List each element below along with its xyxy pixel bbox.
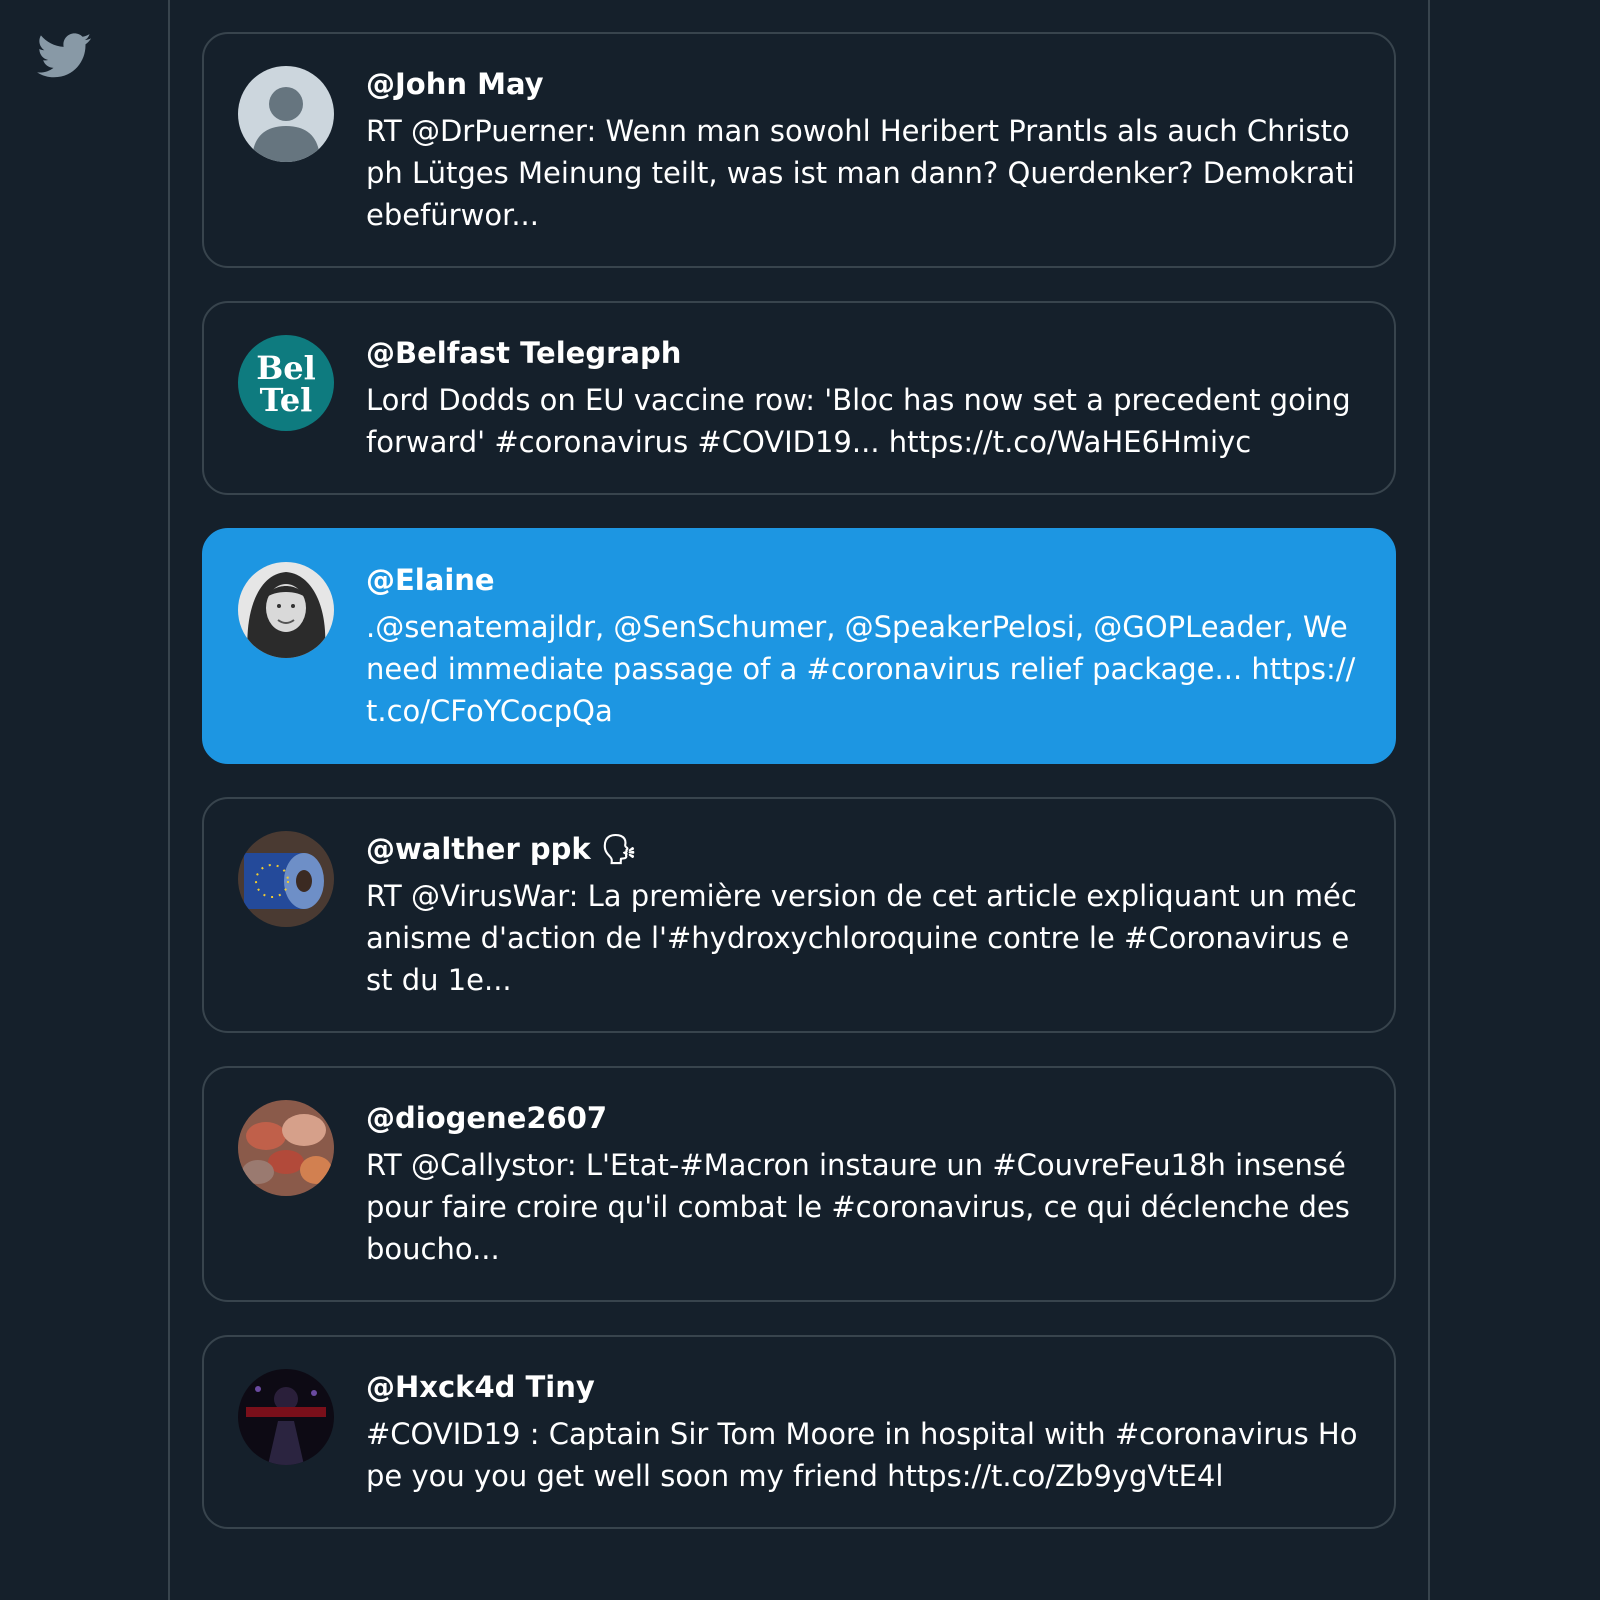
tweet-handle[interactable]: @John May — [366, 64, 1360, 104]
tweet-text: RT @DrPuerner: Wenn man sowohl Heribert … — [366, 114, 1355, 232]
default-avatar-icon[interactable] — [238, 66, 334, 162]
tweet-card[interactable]: @diogene2607 RT @Callystor: L'Etat-#Macr… — [202, 1066, 1396, 1302]
tweet-handle[interactable]: @Hxck4d Tiny — [366, 1367, 1360, 1407]
tweet-handle[interactable]: @walther ppk 🗣 — [366, 829, 1360, 869]
tweet-handle[interactable]: @Elaine — [366, 560, 1360, 600]
tweet-card[interactable]: @Hxck4d Tiny #COVID19 : Captain Sir Tom … — [202, 1335, 1396, 1529]
stones-avatar[interactable] — [238, 1100, 334, 1196]
beltel-logo-avatar[interactable]: Bel Tel — [238, 335, 334, 431]
timeline-column: @John May RT @DrPuerner: Wenn man sowohl… — [168, 0, 1430, 1600]
beltel-avatar-line2: Tel — [260, 381, 313, 419]
twitter-bird-icon[interactable] — [34, 28, 96, 82]
tweet-handle[interactable]: @diogene2607 — [366, 1098, 1360, 1138]
tweet-card[interactable]: Bel Tel @Belfast Telegraph Lord Dodds on… — [202, 301, 1396, 495]
tweet-card[interactable]: @John May RT @DrPuerner: Wenn man sowohl… — [202, 32, 1396, 268]
tweet-text: RT @VirusWar: La première version de cet… — [366, 879, 1357, 997]
tweet-text: .@senatemajldr, @SenSchumer, @SpeakerPel… — [366, 610, 1356, 728]
dark-art-avatar[interactable] — [238, 1369, 334, 1465]
tweet-card-highlighted[interactable]: @Elaine .@senatemajldr, @SenSchumer, @Sp… — [202, 528, 1396, 764]
portrait-avatar[interactable] — [238, 562, 334, 658]
eu-toilet-roll-avatar[interactable] — [238, 831, 334, 927]
tweet-handle[interactable]: @Belfast Telegraph — [366, 333, 1360, 373]
tweet-text: #COVID19 : Captain Sir Tom Moore in hosp… — [366, 1417, 1358, 1493]
tweet-feed: @John May RT @DrPuerner: Wenn man sowohl… — [202, 32, 1396, 1562]
tweet-card[interactable]: @walther ppk 🗣 RT @VirusWar: La première… — [202, 797, 1396, 1033]
tweet-text: RT @Callystor: L'Etat-#Macron instaure u… — [366, 1148, 1350, 1266]
tweet-text: Lord Dodds on EU vaccine row: 'Bloc has … — [366, 383, 1351, 459]
